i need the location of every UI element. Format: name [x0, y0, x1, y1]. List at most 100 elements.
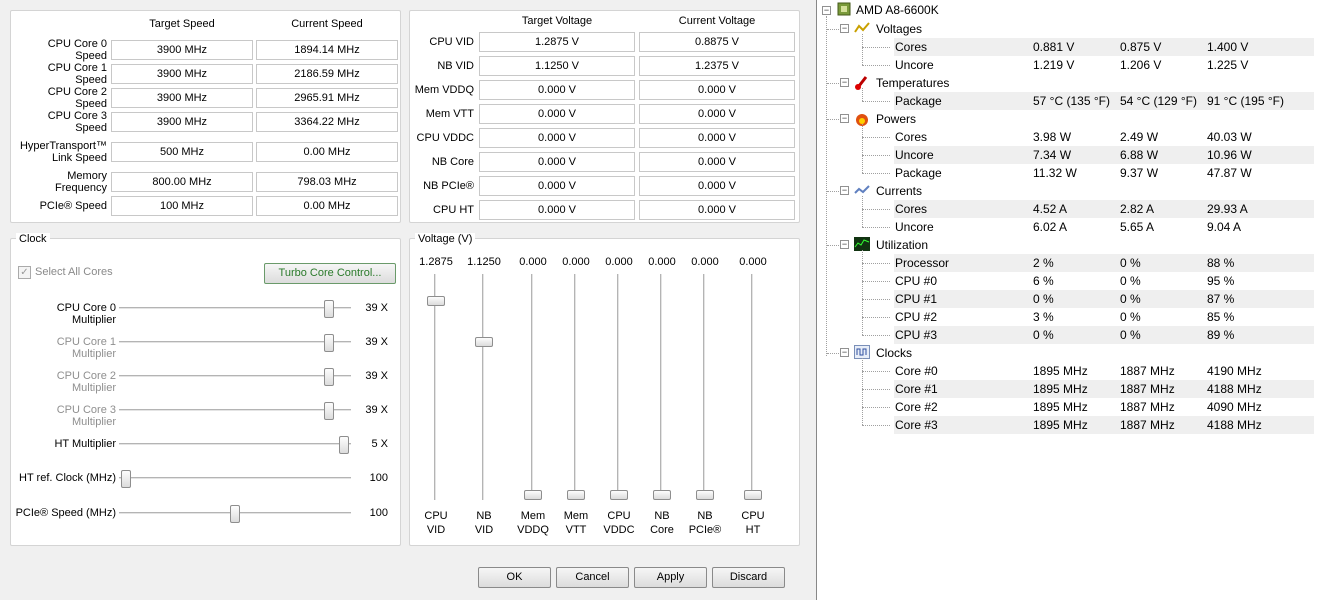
sensor-value: 2 %	[1033, 256, 1054, 270]
tree-branch	[862, 155, 890, 156]
sensor-value: 6 %	[1033, 274, 1054, 288]
voltage-row-label: CPU VDDC	[416, 132, 474, 144]
apply-button[interactable]: Apply	[634, 567, 707, 588]
tree-branch	[862, 317, 890, 318]
target-speed-field: 100 MHz	[111, 196, 253, 216]
select-all-cores-label: Select All Cores	[35, 266, 113, 278]
sensor-name: Core #0	[895, 364, 938, 378]
group-label[interactable]: Currents	[876, 184, 922, 198]
sensor-row[interactable]: Uncore 6.02 A 5.65 A 9.04 A	[894, 218, 1314, 236]
target-voltage-field: 1.2875 V	[479, 32, 635, 52]
sensor-row[interactable]: Core #0 1895 MHz 1887 MHz 4190 MHz	[894, 362, 1314, 380]
tree-branch	[862, 281, 890, 282]
voltage-slider-label-line2: VDDQ	[517, 524, 549, 536]
voltage-slider-thumb[interactable]	[744, 490, 762, 500]
voltage-slider-group: Voltage (V)	[409, 233, 800, 546]
voltage-slider-thumb[interactable]	[610, 490, 628, 500]
sensor-row[interactable]: Uncore 7.34 W 6.88 W 10.96 W	[894, 146, 1314, 164]
target-voltage-field: 0.000 V	[479, 152, 635, 172]
tree-branch	[827, 245, 839, 246]
slider-thumb[interactable]	[230, 505, 240, 523]
tree-group-line	[862, 34, 863, 65]
sensor-row[interactable]: Core #2 1895 MHz 1887 MHz 4090 MHz	[894, 398, 1314, 416]
voltage-panel: Target Voltage Current Voltage CPU VID 1.…	[409, 10, 800, 223]
voltage-slider-value: 0.000	[739, 256, 767, 268]
slider-value: 100	[369, 507, 388, 519]
voltage-slider-track	[703, 274, 706, 500]
voltage-slider-thumb[interactable]	[653, 490, 671, 500]
sensor-min: 6.88 W	[1120, 148, 1159, 162]
group-expander[interactable]: −	[840, 114, 849, 123]
group-expander[interactable]: −	[840, 186, 849, 195]
tree-branch	[862, 101, 890, 102]
slider-thumb[interactable]	[323, 300, 334, 318]
sensor-min: 1887 MHz	[1120, 364, 1175, 378]
speed-row-label: CPU Core 3 Speed	[47, 110, 107, 134]
slider-track	[119, 375, 351, 378]
sensor-value: 3.98 W	[1033, 130, 1072, 144]
group-expander[interactable]: −	[840, 240, 849, 249]
root-expander[interactable]: −	[822, 6, 831, 15]
root-label[interactable]: AMD A8-6600K	[856, 3, 939, 17]
sensor-name: Cores	[895, 130, 928, 144]
sensor-row[interactable]: CPU #1 0 % 0 % 87 %	[894, 290, 1314, 308]
tree-branch	[827, 119, 839, 120]
voltage-row-label: CPU HT	[433, 204, 474, 216]
slider-thumb[interactable]	[121, 470, 131, 488]
voltage-slider-thumb[interactable]	[524, 490, 542, 500]
sensor-name: CPU #0	[895, 274, 938, 288]
group-label[interactable]: Clocks	[876, 346, 912, 360]
slider-thumb[interactable]	[339, 436, 349, 454]
voltage-slider-label-line1: NB	[654, 510, 670, 522]
voltage-slider-thumb[interactable]	[475, 336, 493, 347]
sensor-row[interactable]: Cores 3.98 W 2.49 W 40.03 W	[894, 128, 1314, 146]
group-expander[interactable]: −	[840, 78, 849, 87]
sensor-max: 88 %	[1207, 256, 1235, 270]
multiplier-slider-label: HT Multiplier	[54, 438, 116, 450]
group-label[interactable]: Powers	[876, 112, 916, 126]
cancel-button[interactable]: Cancel	[556, 567, 629, 588]
sensor-row[interactable]: Package 57 °C (135 °F) 54 °C (129 °F) 91 °C…	[894, 92, 1314, 110]
group-label[interactable]: Voltages	[876, 22, 922, 36]
sensor-row[interactable]: Core #1 1895 MHz 1887 MHz 4188 MHz	[894, 380, 1314, 398]
select-all-cores-checkbox[interactable]: ✓	[18, 266, 31, 279]
voltage-slider-label: CPU VDDC	[597, 509, 641, 537]
turbo-core-control-button[interactable]: Turbo Core Control...	[264, 263, 396, 284]
tree-group-line	[862, 250, 863, 335]
sensor-max: 1.400 V	[1207, 40, 1249, 54]
sensor-row[interactable]: CPU #0 6 % 0 % 95 %	[894, 272, 1314, 290]
sensor-max: 4188 MHz	[1207, 382, 1262, 396]
voltage-slider-label-line2: Core	[650, 524, 674, 536]
sensor-row[interactable]: Core #3 1895 MHz 1887 MHz 4188 MHz	[894, 416, 1314, 434]
sensor-name: Package	[895, 94, 942, 108]
voltage-slider-label-line2: VTT	[565, 524, 587, 536]
voltage-slider-thumb[interactable]	[696, 490, 714, 500]
voltage-slider-track	[574, 274, 577, 500]
group-expander[interactable]: −	[840, 24, 849, 33]
slider-value: 5 X	[371, 438, 388, 450]
ok-button[interactable]: OK	[478, 567, 551, 588]
sensor-row[interactable]: Processor 2 % 0 % 88 %	[894, 254, 1314, 272]
sensor-row[interactable]: Package 11.32 W 9.37 W 47.87 W	[894, 164, 1314, 182]
tree-branch	[862, 425, 890, 426]
group-expander[interactable]: −	[840, 348, 849, 357]
group-label[interactable]: Utilization	[876, 238, 928, 252]
sensor-row[interactable]: Cores 0.881 V 0.875 V 1.400 V	[894, 38, 1314, 56]
sensor-row[interactable]: CPU #2 3 % 0 % 85 %	[894, 308, 1314, 326]
group-label[interactable]: Temperatures	[876, 76, 949, 90]
multiplier-slider-label: CPU Core 0 Multiplier	[56, 302, 116, 326]
tree-branch	[862, 335, 890, 336]
slider-track	[119, 443, 351, 446]
sensor-row[interactable]: Cores 4.52 A 2.82 A 29.93 A	[894, 200, 1314, 218]
slider-thumb	[323, 334, 334, 352]
voltage-group-title: Voltage (V)	[415, 233, 476, 245]
target-speed-field: 500 MHz	[111, 142, 253, 162]
sensor-row[interactable]: Uncore 1.219 V 1.206 V 1.225 V	[894, 56, 1314, 74]
voltage-slider-thumb[interactable]	[567, 490, 585, 500]
voltage-slider-thumb[interactable]	[427, 295, 445, 306]
sensor-row[interactable]: CPU #3 0 % 0 % 89 %	[894, 326, 1314, 344]
overdrive-window: Target Speed Current Speed CPU Core 0 Sp…	[0, 0, 817, 600]
discard-button[interactable]: Discard	[712, 567, 785, 588]
multiplier-slider-label: CPU Core 2 Multiplier	[56, 370, 116, 394]
voltage-slider-label-line1: CPU	[607, 510, 631, 522]
